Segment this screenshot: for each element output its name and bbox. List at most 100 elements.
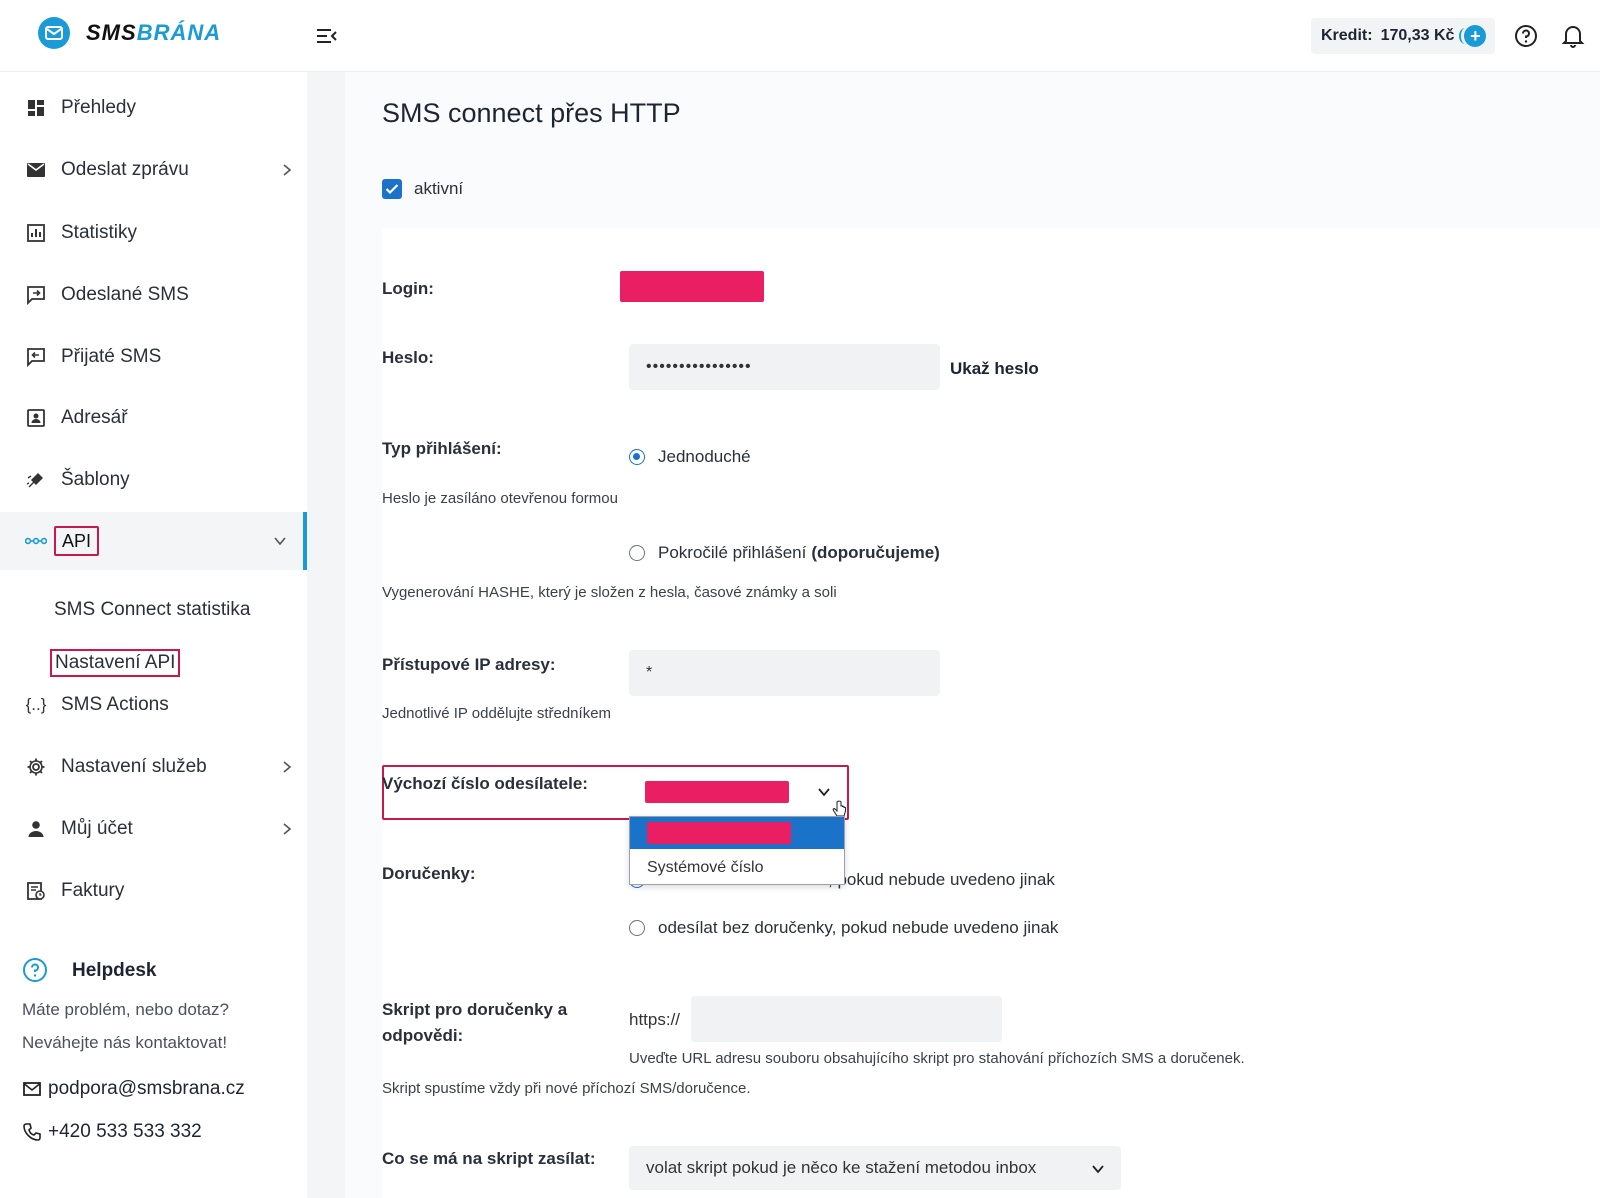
phone-icon: [23, 1123, 41, 1141]
sms-sent-icon: [25, 284, 47, 306]
login-type-advanced-hint: Vygenerování HASHE, který je složen z he…: [382, 584, 837, 601]
sms-received-icon: [25, 346, 47, 368]
receipts-option-2-label: odesílat bez doručenky, pokud nebude uve…: [658, 918, 1059, 937]
help-circle-icon: [22, 957, 48, 983]
envelope-icon: [25, 159, 47, 181]
password-input[interactable]: ••••••••••••••••: [629, 344, 940, 390]
active-checkbox-row[interactable]: aktivní: [382, 179, 463, 199]
login-type-simple-label: Jednoduché: [658, 447, 751, 466]
chart-icon: [25, 222, 47, 244]
script-url-prefix: https://: [629, 1010, 681, 1029]
sender-select[interactable]: [629, 771, 843, 815]
sidebar-item-faktury[interactable]: Faktury: [0, 865, 307, 917]
sidebar-item-api[interactable]: API: [0, 512, 307, 570]
login-label: Login:: [382, 279, 434, 298]
credit-badge[interactable]: Kredit: 170,33 Kč +: [1311, 18, 1495, 54]
page-title: SMS connect přes HTTP: [382, 98, 681, 128]
login-type-simple-radio[interactable]: [629, 449, 645, 465]
gear-icon: [25, 756, 47, 778]
sender-label: Výchozí číslo odesílatele:: [382, 774, 588, 793]
sidebar-item-label: Přehledy: [61, 97, 136, 118]
menu-collapse-icon[interactable]: [314, 24, 340, 48]
sidebar-item-label: API: [54, 526, 100, 556]
sidebar-item-label: SMS Actions: [61, 694, 169, 715]
sidebar-item-nastaveni-sluzeb[interactable]: Nastavení služeb: [0, 741, 307, 793]
braces-icon: {..}: [25, 695, 47, 714]
receipts-option-2-radio[interactable]: [629, 920, 645, 936]
send-mode-select[interactable]: volat skript pokud je něco ke stažení me…: [629, 1146, 1121, 1190]
sidebar-subitem-sms-connect-statistika[interactable]: SMS Connect statistika: [54, 599, 250, 621]
login-type-advanced-radio[interactable]: [629, 545, 645, 561]
helpdesk-phone-text: +420 533 533 332: [48, 1121, 202, 1142]
sidebar-item-label: Faktury: [61, 880, 125, 901]
sender-option-system[interactable]: Systémové číslo: [647, 859, 763, 877]
sidebar-item-statistiky[interactable]: Statistiky: [0, 207, 307, 259]
send-mode-label: Co se má na skript zasílat:: [382, 1149, 596, 1168]
helpdesk-phone[interactable]: +420 533 533 332: [22, 1121, 202, 1143]
sidebar-item-label: Odeslané SMS: [61, 284, 189, 305]
ip-input[interactable]: *: [629, 650, 940, 696]
password-label: Heslo:: [382, 348, 434, 367]
bell-icon[interactable]: [1561, 23, 1585, 49]
logo[interactable]: SMSBRÁNA: [38, 17, 221, 49]
send-mode-value: volat skript pokud je něco ke stažení me…: [646, 1158, 1037, 1177]
sidebar-item-label: Můj účet: [61, 818, 133, 839]
helpdesk-email-text: podpora@smsbrana.cz: [48, 1078, 245, 1099]
show-password-link[interactable]: Ukaž heslo: [950, 359, 1039, 379]
sidebar-item-label: Odeslat zprávu: [61, 159, 189, 180]
sender-option-highlighted[interactable]: [630, 817, 844, 849]
contacts-icon: [25, 407, 47, 429]
sidebar-item-prijate-sms[interactable]: Přijaté SMS: [0, 331, 307, 383]
login-type-label: Typ přihlášení:: [382, 439, 502, 458]
login-type-advanced-recommended: (doporučujeme): [811, 543, 940, 562]
credit-amount: 170,33 Kč: [1380, 27, 1455, 44]
script-label-line-2: odpovědi:: [382, 1026, 464, 1045]
chevron-right-icon: [280, 760, 294, 774]
login-type-simple-radio-row[interactable]: Jednoduché: [629, 447, 751, 467]
script-hint-1: Uveďte URL adresu souboru obsahujícího s…: [629, 1050, 1245, 1067]
script-label: Skript pro doručenky a odpovědi:: [382, 997, 567, 1049]
add-credit-icon[interactable]: +: [1459, 25, 1487, 47]
logo-envelope-icon: [38, 17, 70, 49]
sidebar: Přehledy Odeslat zprávu Statistiky Odesl…: [0, 72, 307, 1198]
sidebar-subitem-nastaveni-api[interactable]: Nastavení API: [50, 649, 181, 677]
helpdesk-text-2: Neváhejte nás kontaktovat!: [22, 1033, 228, 1052]
template-icon: [25, 469, 47, 491]
receipts-label: Doručenky:: [382, 864, 476, 883]
user-icon: [25, 818, 47, 840]
sidebar-item-adresar[interactable]: Adresář: [0, 392, 307, 444]
receipts-option-2-row[interactable]: odesílat bez doručenky, pokud nebude uve…: [629, 918, 1058, 938]
mail-icon: [23, 1082, 41, 1096]
credit-label: Kredit:: [1321, 27, 1373, 44]
sender-dropdown-list: Systémové číslo: [629, 816, 845, 885]
content-gutter: [307, 72, 345, 1198]
script-hint-2: Skript spustíme vždy při nové příchozí S…: [382, 1080, 751, 1097]
helpdesk-email[interactable]: podpora@smsbrana.cz: [22, 1078, 245, 1100]
login-type-advanced-label: Pokročilé přihlášení: [658, 543, 807, 562]
ip-hint: Jednotlivé IP oddělujte středníkem: [382, 705, 612, 722]
sidebar-item-muj-ucet[interactable]: Můj účet: [0, 803, 307, 855]
script-url-input[interactable]: [691, 996, 1002, 1042]
api-icon: [25, 530, 47, 552]
help-icon[interactable]: [1514, 24, 1538, 48]
chevron-down-icon: [273, 534, 287, 548]
chevron-down-icon: [1091, 1161, 1105, 1181]
logo-text: SMSBRÁNA: [86, 20, 222, 45]
active-checkbox[interactable]: [382, 179, 402, 199]
sender-option-redacted: [647, 822, 791, 844]
active-checkbox-label: aktivní: [414, 179, 464, 198]
top-bar: SMSBRÁNA Kredit: 170,33 Kč +: [0, 0, 1600, 72]
sidebar-item-label: Nastavení služeb: [61, 756, 207, 777]
helpdesk-title: Helpdesk: [72, 960, 157, 981]
sidebar-item-odeslat-zpravu[interactable]: Odeslat zprávu: [0, 144, 307, 196]
sidebar-item-prehledy[interactable]: Přehledy: [0, 82, 307, 134]
sidebar-item-sms-actions[interactable]: {..} SMS Actions: [0, 679, 307, 731]
chevron-right-icon: [280, 822, 294, 836]
sidebar-item-label: Šablony: [61, 469, 130, 490]
sidebar-item-odeslane-sms[interactable]: Odeslané SMS: [0, 269, 307, 321]
login-type-simple-hint: Heslo je zasíláno otevřenou formou: [382, 490, 618, 507]
sidebar-item-sablony[interactable]: Šablony: [0, 454, 307, 506]
sidebar-item-label: Adresář: [61, 407, 128, 428]
sidebar-item-label: Statistiky: [61, 222, 138, 243]
login-type-advanced-radio-row[interactable]: Pokročilé přihlášení (doporučujeme): [629, 543, 940, 563]
